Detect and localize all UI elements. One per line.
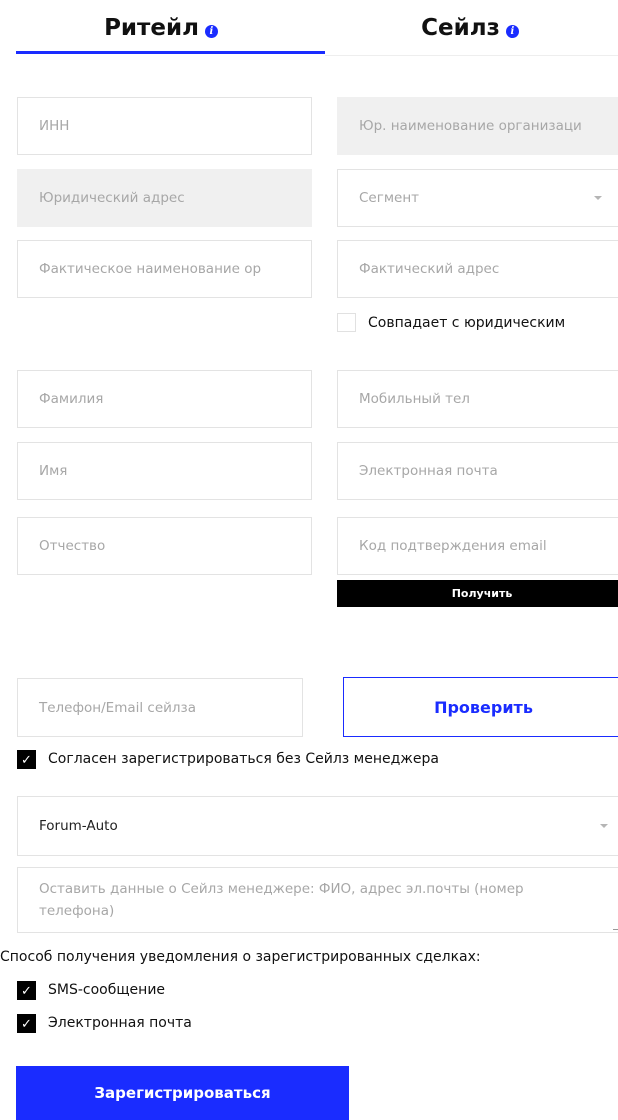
actual-address-placeholder: Фактический адрес — [359, 261, 500, 277]
agree-without-manager-checkbox[interactable]: ✓ — [17, 750, 36, 769]
email-placeholder: Электронная почта — [359, 463, 498, 479]
legal-name-field: Юр. наименование организаци — [337, 97, 618, 155]
chevron-down-icon — [594, 196, 602, 200]
segment-placeholder: Сегмент — [359, 190, 420, 206]
tab-retail-label: Ритейл — [104, 15, 199, 41]
resize-handle-icon[interactable] — [613, 923, 618, 930]
notify-email-checkbox[interactable]: ✓ — [17, 1014, 36, 1033]
actual-name-placeholder: Фактическое наименование ор — [39, 261, 262, 277]
notify-sms-checkbox[interactable]: ✓ — [17, 981, 36, 1000]
check-icon: ✓ — [21, 984, 32, 999]
info-icon[interactable]: i — [204, 24, 218, 38]
mobile-phone-placeholder: Мобильный тел — [359, 391, 470, 407]
tab-divider — [325, 55, 618, 56]
check-icon: ✓ — [21, 753, 32, 768]
tab-sales[interactable]: Сейлз i — [322, 0, 618, 56]
first-name-field[interactable]: Имя — [17, 442, 312, 500]
tab-retail[interactable]: Ритейл i — [0, 0, 322, 56]
sales-contact-field[interactable]: Телефон/Email сейлза — [17, 678, 303, 737]
email-code-field[interactable]: Код подтверждения email — [337, 517, 618, 575]
email-field[interactable]: Электронная почта — [337, 442, 618, 500]
info-icon[interactable]: i — [505, 24, 519, 38]
inn-placeholder: ИНН — [39, 118, 70, 134]
register-button[interactable]: Зарегистрироваться — [16, 1066, 349, 1120]
legal-address-field: Юридический адрес — [17, 169, 312, 227]
chevron-down-icon — [600, 824, 608, 828]
manager-info-placeholder: Оставить данные о Сейлз менеджере: ФИО, … — [39, 881, 524, 919]
same-as-legal-label: Совпадает с юридическим — [368, 315, 566, 331]
last-name-placeholder: Фамилия — [39, 391, 104, 407]
get-code-button[interactable]: Получить — [337, 580, 618, 607]
dealer-select-value: Forum-Auto — [39, 818, 118, 834]
email-code-placeholder: Код подтверждения email — [359, 538, 547, 554]
patronymic-placeholder: Отчество — [39, 538, 106, 554]
notification-title: Способ получения уведомления о зарегистр… — [0, 949, 481, 965]
legal-address-placeholder: Юридический адрес — [39, 190, 185, 206]
legal-name-placeholder: Юр. наименование организаци — [359, 118, 582, 134]
same-as-legal-checkbox[interactable] — [337, 313, 356, 332]
sales-contact-placeholder: Телефон/Email сейлза — [39, 699, 196, 716]
tab-sales-label: Сейлз — [421, 15, 500, 41]
check-icon: ✓ — [21, 1017, 32, 1032]
inn-field[interactable]: ИНН — [17, 97, 312, 155]
mobile-phone-field[interactable]: Мобильный тел — [337, 370, 618, 428]
verify-button[interactable]: Проверить — [343, 677, 618, 737]
active-tab-underline — [16, 51, 325, 54]
actual-address-field[interactable]: Фактический адрес — [337, 240, 618, 298]
notify-email-label: Электронная почта — [48, 1015, 192, 1031]
notify-sms-label: SMS-сообщение — [48, 982, 166, 998]
first-name-placeholder: Имя — [39, 463, 68, 479]
segment-select[interactable]: Сегмент — [337, 169, 618, 227]
patronymic-field[interactable]: Отчество — [17, 517, 312, 575]
dealer-select[interactable]: Forum-Auto — [17, 796, 618, 856]
last-name-field[interactable]: Фамилия — [17, 370, 312, 428]
agree-without-manager-label: Согласен зарегистрироваться без Сейлз ме… — [48, 751, 439, 767]
manager-info-textarea[interactable]: Оставить данные о Сейлз менеджере: ФИО, … — [17, 867, 618, 933]
actual-name-field[interactable]: Фактическое наименование ор — [17, 240, 312, 298]
